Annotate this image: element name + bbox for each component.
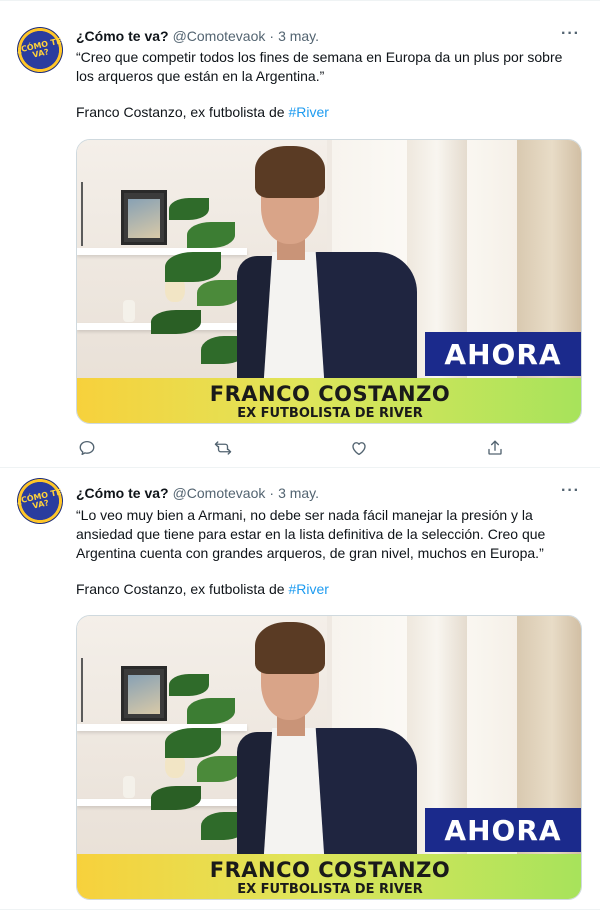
- more-options-icon[interactable]: ···: [561, 25, 580, 43]
- photo-vase: [123, 300, 135, 322]
- header-separator: ·: [269, 485, 275, 501]
- avatar-logo-text: ¿CÓMO TE VA?: [15, 36, 63, 60]
- photo-plant-leaf: [165, 252, 221, 282]
- tweet-credit: Franco Costanzo, ex futbolista de #River: [76, 103, 576, 122]
- header-separator: ·: [269, 28, 275, 44]
- tweet-actions: [76, 438, 506, 458]
- photo-plant-leaf: [169, 198, 209, 220]
- photo-plant-leaf: [187, 222, 235, 248]
- credit-text: Franco Costanzo, ex futbolista de: [76, 581, 285, 597]
- tweet-text: “Lo veo muy bien a Armani, no debe ser n…: [76, 506, 576, 599]
- reply-icon: [79, 440, 95, 456]
- tweet-header: ¿Cómo te va? @Comotevaok · 3 may. ···: [76, 25, 580, 46]
- hashtag-link[interactable]: #River: [288, 581, 328, 597]
- like-button[interactable]: [348, 438, 370, 458]
- lower-third-name: FRANCO COSTANZO: [209, 382, 451, 406]
- share-button[interactable]: [484, 438, 506, 458]
- author-handle[interactable]: @Comotevaok: [173, 28, 266, 44]
- lower-third-banner: FRANCO COSTANZO EX FUTBOLISTA DE RIVER: [77, 378, 581, 423]
- tweet-media-image[interactable]: AHORA FRANCO COSTANZO EX FUTBOLISTA DE R…: [76, 615, 582, 900]
- photo-plant-leaf: [197, 280, 241, 306]
- retweet-icon: [214, 441, 232, 455]
- photo-plant-leaf: [151, 310, 201, 334]
- tweet-text: “Creo que competir todos los fines de se…: [76, 48, 576, 122]
- photo-frame: [121, 666, 167, 721]
- photo-plant-leaf: [197, 756, 241, 782]
- retweet-button[interactable]: [212, 438, 234, 458]
- tweet-credit: Franco Costanzo, ex futbolista de #River: [76, 580, 576, 599]
- photo-shelf: [77, 248, 247, 255]
- author-name[interactable]: ¿Cómo te va?: [76, 28, 169, 44]
- photo-plant-leaf: [165, 728, 221, 758]
- tweet[interactable]: ¿CÓMO TE VA? ¿Cómo te va? @Comotevaok · …: [0, 0, 600, 468]
- like-icon: [352, 442, 366, 456]
- timeline-feed: ¿CÓMO TE VA? ¿Cómo te va? @Comotevaok · …: [0, 0, 600, 910]
- more-options-icon[interactable]: ···: [561, 482, 580, 500]
- hashtag-link[interactable]: #River: [288, 104, 328, 120]
- live-badge: AHORA: [425, 332, 581, 376]
- tweet[interactable]: ¿CÓMO TE VA? ¿Cómo te va? @Comotevaok · …: [0, 468, 600, 910]
- lower-third-name: FRANCO COSTANZO: [209, 858, 451, 882]
- photo-frame-picture: [128, 199, 160, 238]
- share-icon: [488, 440, 502, 455]
- credit-text: Franco Costanzo, ex futbolista de: [76, 104, 285, 120]
- live-badge: AHORA: [425, 808, 581, 852]
- photo-sculpture: [81, 182, 105, 246]
- author-name[interactable]: ¿Cómo te va?: [76, 485, 169, 501]
- reply-button[interactable]: [76, 438, 98, 458]
- tweet-quote: “Lo veo muy bien a Armani, no debe ser n…: [76, 507, 546, 561]
- lower-third-subtitle: EX FUTBOLISTA DE RIVER: [237, 882, 423, 897]
- tweet-date[interactable]: 3 may.: [278, 485, 319, 501]
- lower-third-banner: FRANCO COSTANZO EX FUTBOLISTA DE RIVER: [77, 854, 581, 899]
- photo-sculpture: [81, 658, 105, 722]
- person-shirt: [263, 728, 325, 868]
- tweet-date[interactable]: 3 may.: [278, 28, 319, 44]
- photo-plant-leaf: [151, 786, 201, 810]
- photo-vase: [123, 776, 135, 798]
- person-shirt: [263, 252, 325, 392]
- photo-plant-leaf: [187, 698, 235, 724]
- person-hair: [255, 146, 325, 198]
- tweet-quote: “Creo que competir todos los fines de se…: [76, 49, 563, 84]
- avatar-logo-text: ¿CÓMO TE VA?: [15, 487, 63, 511]
- avatar[interactable]: ¿CÓMO TE VA?: [15, 478, 63, 524]
- lower-third-subtitle: EX FUTBOLISTA DE RIVER: [237, 406, 423, 421]
- photo-plant-leaf: [169, 674, 209, 696]
- author-handle[interactable]: @Comotevaok: [173, 485, 266, 501]
- person-hair: [255, 622, 325, 674]
- tweet-media-image[interactable]: AHORA FRANCO COSTANZO EX FUTBOLISTA DE R…: [76, 139, 582, 424]
- photo-shelf: [77, 724, 247, 731]
- tweet-header: ¿Cómo te va? @Comotevaok · 3 may. ···: [76, 482, 580, 503]
- photo-frame-picture: [128, 675, 160, 714]
- photo-frame: [121, 190, 167, 245]
- avatar[interactable]: ¿CÓMO TE VA?: [15, 27, 63, 73]
